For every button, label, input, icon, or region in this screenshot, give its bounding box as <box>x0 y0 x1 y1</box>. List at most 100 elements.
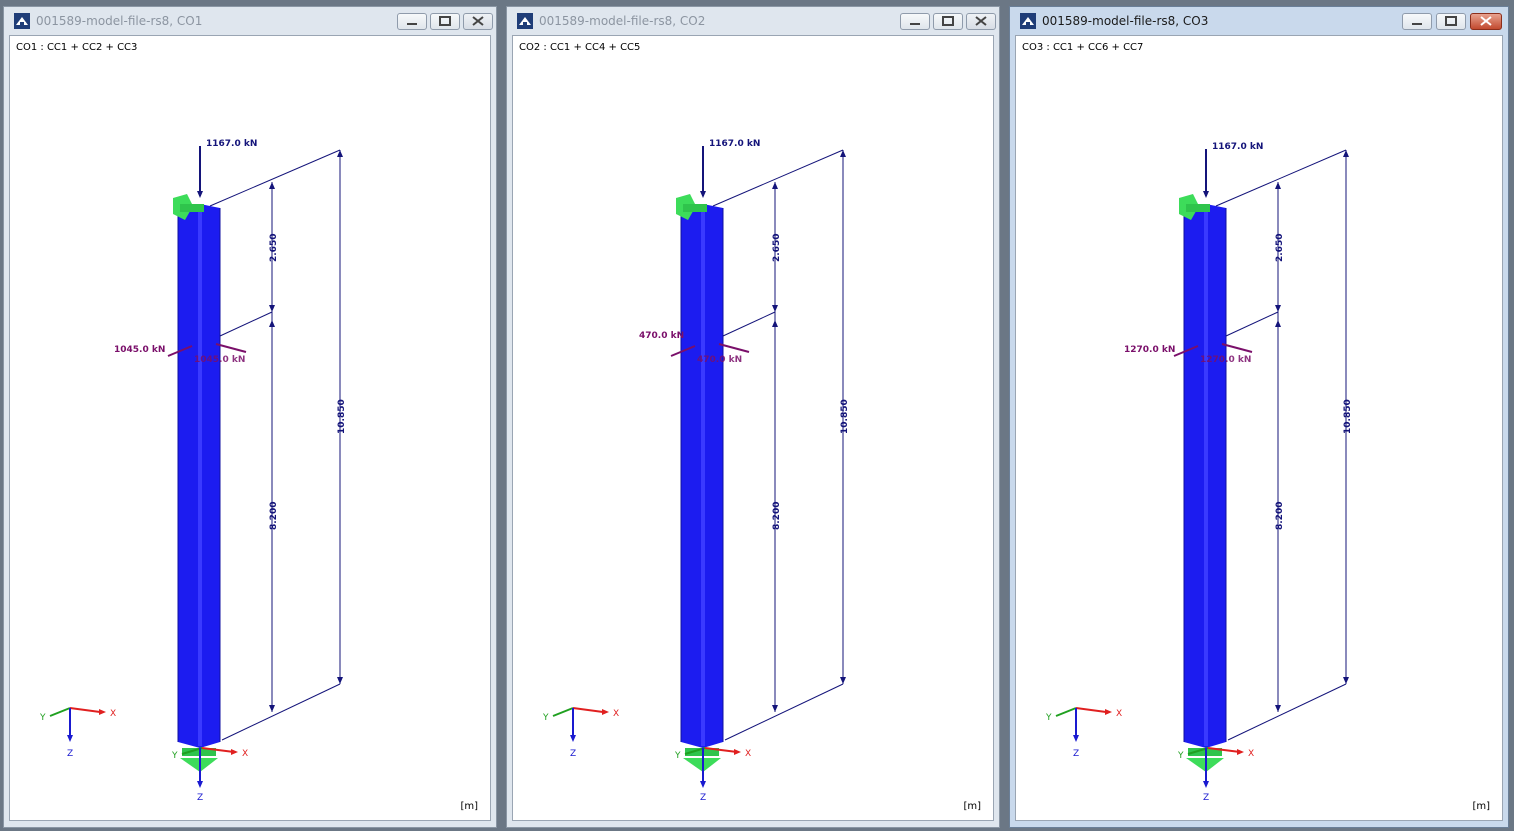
close-button[interactable] <box>1470 13 1502 30</box>
minimize-button[interactable] <box>397 13 427 30</box>
side-load-left-label: 1270.0 kN <box>1124 345 1175 355</box>
dim-extension-mid <box>219 311 273 337</box>
local-axis-z-label: Z <box>197 793 203 803</box>
minimize-button[interactable] <box>900 13 930 30</box>
axis-x-label: X <box>1116 709 1122 719</box>
close-icon <box>975 16 987 26</box>
graphics-viewport[interactable]: CO1 : CC1 + CC2 + CC3 [m] 1167.0 kN 1045.… <box>9 35 491 821</box>
dim-lower-arrow-bottom <box>772 705 778 712</box>
window-title: 001589-model-file-rs8, CO1 <box>36 14 203 28</box>
axis-y-label: Y <box>39 713 46 723</box>
column-flange <box>1204 206 1208 746</box>
axis-y-line <box>49 707 71 717</box>
structure-model-view: 1167.0 kN 470.0 kN 470.0 kN 2.650 8.200 10.85… <box>542 139 850 803</box>
dim-lower-arrow-top <box>269 320 275 327</box>
side-load-left-label: 1045.0 kN <box>114 345 165 355</box>
dim-upper-arrow-bottom <box>269 305 275 312</box>
model-window-co3[interactable]: 001589-model-file-rs8, CO3 CO3 : CC1 + C… <box>1009 6 1509 828</box>
local-axis-x-arrow <box>734 749 741 755</box>
graphics-viewport[interactable]: CO2 : CC1 + CC4 + CC5 [m] 1167.0 kN 470.0… <box>512 35 994 821</box>
maximize-icon <box>1445 16 1457 26</box>
graphics-viewport[interactable]: CO3 : CC1 + CC6 + CC7 [m] 1167.0 kN 1270.… <box>1015 35 1503 821</box>
maximize-button[interactable] <box>933 13 963 30</box>
top-load-label: 1167.0 kN <box>709 139 760 149</box>
dim-extension-top <box>712 149 844 207</box>
axis-y-line <box>1055 707 1077 717</box>
top-support-plate <box>683 204 707 212</box>
maximize-button[interactable] <box>430 13 460 30</box>
local-axis-x-arrow <box>1237 749 1244 755</box>
dim-lower-arrow-top <box>772 320 778 327</box>
dim-upper-label: 2.650 <box>772 234 782 262</box>
dim-upper-label: 2.650 <box>1275 234 1285 262</box>
dim-extension-bottom <box>724 683 844 741</box>
rfem-app-icon <box>14 13 30 29</box>
dim-lower-label: 8.200 <box>1275 502 1285 530</box>
dim-total-label: 10.850 <box>1343 399 1353 434</box>
column-flange <box>198 206 202 746</box>
model-window-co1[interactable]: 001589-model-file-rs8, CO1 CO1 : CC1 + C… <box>3 6 497 828</box>
minimize-icon <box>1412 23 1422 25</box>
dim-upper-arrow-top <box>1275 182 1281 189</box>
column-flange <box>701 206 705 746</box>
side-load-right-label: 470.0 kN <box>697 355 742 365</box>
axis-x-line <box>1075 707 1107 713</box>
local-axis-y-label: Y <box>171 751 178 761</box>
local-axis-x-label: X <box>242 749 248 759</box>
dim-total-arrow-bottom <box>840 677 846 684</box>
axis-y-line <box>552 707 574 717</box>
window-titlebar[interactable]: 001589-model-file-rs8, CO3 <box>1010 7 1508 35</box>
dim-total-label: 10.850 <box>337 399 347 434</box>
dim-total-label: 10.850 <box>840 399 850 434</box>
axis-x-line <box>572 707 604 713</box>
maximize-button[interactable] <box>1436 13 1466 30</box>
axis-z-label: Z <box>570 749 576 759</box>
dim-upper-arrow-bottom <box>1275 305 1281 312</box>
axis-x-label: X <box>613 709 619 719</box>
axis-x-arrow <box>602 709 609 715</box>
axis-x-arrow <box>99 709 106 715</box>
side-load-right-label: 1045.0 kN <box>194 355 245 365</box>
dim-extension-top <box>1215 149 1347 207</box>
close-button[interactable] <box>463 13 493 30</box>
minimize-button[interactable] <box>1402 13 1432 30</box>
local-axis-z-arrow <box>1203 781 1209 788</box>
axis-y-label: Y <box>542 713 549 723</box>
rfem-app-icon <box>517 13 533 29</box>
local-axis-z-arrow <box>700 781 706 788</box>
dim-upper-arrow-top <box>772 182 778 189</box>
top-load-arrowhead <box>1203 191 1209 198</box>
dim-lower-label: 8.200 <box>269 502 279 530</box>
axis-x-line <box>69 707 101 713</box>
close-icon <box>1480 16 1492 26</box>
maximize-icon <box>439 16 451 26</box>
close-button[interactable] <box>966 13 996 30</box>
side-load-right-label: 1270.0 kN <box>1200 355 1251 365</box>
local-axis-x-label: X <box>745 749 751 759</box>
rfem-app-icon <box>1020 13 1036 29</box>
side-load-left-label: 470.0 kN <box>639 331 684 341</box>
axis-x-label: X <box>110 709 116 719</box>
maximize-icon <box>942 16 954 26</box>
local-axis-y-label: Y <box>1177 751 1184 761</box>
axis-z-label: Z <box>67 749 73 759</box>
minimize-icon <box>910 23 920 25</box>
model-window-co2[interactable]: 001589-model-file-rs8, CO2 CO2 : CC1 + C… <box>506 6 1000 828</box>
top-load-label: 1167.0 kN <box>206 139 257 149</box>
local-axis-z-label: Z <box>1203 793 1209 803</box>
dim-upper-arrow-top <box>269 182 275 189</box>
dim-total-arrow-bottom <box>1343 677 1349 684</box>
dim-lower-label: 8.200 <box>772 502 782 530</box>
top-load-arrowhead <box>197 191 203 198</box>
dim-upper-label: 2.650 <box>269 234 279 262</box>
dim-extension-mid <box>722 311 776 337</box>
axis-z-arrow <box>570 735 576 742</box>
dim-lower-arrow-top <box>1275 320 1281 327</box>
dim-extension-bottom <box>221 683 341 741</box>
axis-z-arrow <box>1073 735 1079 742</box>
local-axis-x-arrow <box>231 749 238 755</box>
dim-lower-arrow-bottom <box>269 705 275 712</box>
top-support-plate <box>180 204 204 212</box>
dim-extension-bottom <box>1227 683 1347 741</box>
top-support-plate <box>1186 204 1210 212</box>
